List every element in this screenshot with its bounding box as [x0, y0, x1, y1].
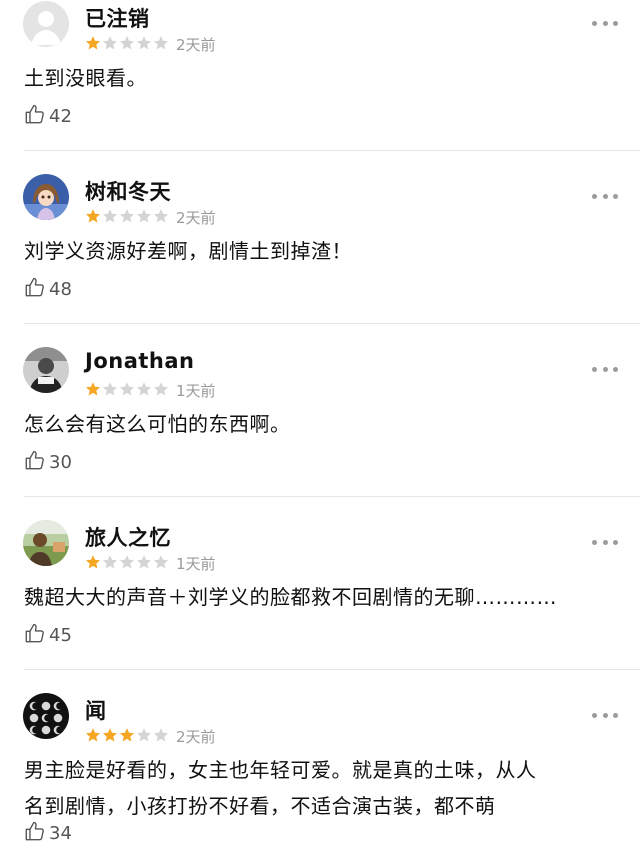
like-count: 34 — [49, 822, 72, 844]
like-count: 30 — [49, 451, 72, 473]
star-empty-icon — [119, 208, 135, 224]
more-dot — [613, 366, 618, 372]
avatar[interactable] — [23, 1, 69, 47]
review-time: 1天前 — [176, 555, 216, 573]
star-rating — [85, 208, 169, 224]
more-dot — [602, 20, 608, 26]
star-filled-icon — [85, 208, 101, 224]
star-empty-icon — [153, 381, 169, 397]
star-empty-icon — [153, 208, 169, 224]
star-rating — [85, 381, 169, 397]
review-item: Jonathan 1天前怎么会有这么可怕的东西啊。 30 — [0, 323, 640, 496]
star-empty-icon — [119, 35, 135, 51]
star-empty-icon — [136, 208, 152, 224]
star-empty-icon — [119, 554, 135, 570]
review-item: 已注销 2天前土到没眼看。 42 — [0, 0, 640, 150]
review-item: 闻 2天前男主脸是好看的，女主也年轻可爱。就是真的土味，从人 名到剧情，小孩打扮不好… — [0, 669, 640, 845]
like-button[interactable]: 34 — [24, 821, 72, 845]
more-dot — [592, 366, 597, 372]
more-dot — [602, 712, 608, 718]
star-filled-icon — [85, 35, 101, 51]
like-button[interactable]: 42 — [24, 104, 72, 128]
like-count: 42 — [49, 105, 72, 127]
more-dot — [592, 193, 597, 199]
more-options-icon[interactable] — [592, 190, 618, 202]
star-empty-icon — [102, 35, 118, 51]
star-empty-icon — [102, 208, 118, 224]
divider — [24, 150, 640, 151]
star-empty-icon — [102, 381, 118, 397]
more-dot — [592, 712, 597, 718]
thumbs-up-icon — [24, 276, 46, 302]
like-button[interactable]: 48 — [24, 277, 72, 301]
more-dot — [602, 539, 608, 545]
more-options-icon[interactable] — [592, 709, 618, 721]
review-time: 1天前 — [176, 382, 216, 400]
more-dot — [613, 539, 618, 545]
avatar[interactable] — [23, 174, 69, 220]
more-options-icon[interactable] — [592, 363, 618, 375]
more-dot — [602, 193, 608, 199]
star-rating — [85, 35, 169, 51]
review-text: 男主脸是好看的，女主也年轻可爱。就是真的土味，从人 — [24, 758, 537, 782]
more-dot — [592, 539, 597, 545]
review-text: 刘学义资源好差啊，剧情土到掉渣！ — [24, 239, 352, 263]
review-time: 2天前 — [176, 209, 216, 227]
more-dot — [613, 193, 618, 199]
more-dot — [613, 712, 618, 718]
more-options-icon[interactable] — [592, 17, 618, 29]
star-empty-icon — [136, 554, 152, 570]
more-dot — [592, 20, 597, 26]
divider — [24, 669, 640, 670]
review-time: 2天前 — [176, 36, 216, 54]
avatar[interactable] — [23, 347, 69, 393]
avatar[interactable] — [23, 693, 69, 739]
thumbs-up-icon — [24, 449, 46, 475]
username[interactable]: Jonathan — [85, 349, 194, 373]
review-text: 名到剧情，小孩打扮不好看，不适合演古装，都不萌 — [24, 794, 496, 818]
divider — [24, 496, 640, 497]
star-filled-icon — [102, 727, 118, 743]
username[interactable]: 树和冬天 — [85, 176, 171, 206]
avatar[interactable] — [23, 520, 69, 566]
star-empty-icon — [102, 554, 118, 570]
more-dot — [613, 20, 618, 26]
thumbs-up-icon — [24, 103, 46, 129]
star-empty-icon — [136, 381, 152, 397]
star-empty-icon — [136, 35, 152, 51]
review-text: 土到没眼看。 — [24, 66, 147, 90]
like-button[interactable]: 45 — [24, 623, 72, 647]
review-item: 树和冬天 2天前刘学义资源好差啊，剧情土到掉渣！ 48 — [0, 150, 640, 323]
more-options-icon[interactable] — [592, 536, 618, 548]
username[interactable]: 已注销 — [85, 3, 150, 33]
star-filled-icon — [119, 727, 135, 743]
star-rating — [85, 554, 169, 570]
star-empty-icon — [153, 35, 169, 51]
review-text: 魏超大大的声音＋刘学义的脸都救不回剧情的无聊………… — [24, 585, 557, 609]
star-filled-icon — [85, 727, 101, 743]
username[interactable]: 闻 — [85, 695, 107, 725]
thumbs-up-icon — [24, 820, 46, 846]
star-rating — [85, 727, 169, 743]
star-empty-icon — [136, 727, 152, 743]
star-empty-icon — [153, 727, 169, 743]
username[interactable]: 旅人之忆 — [85, 522, 171, 552]
thumbs-up-icon — [24, 622, 46, 648]
review-text: 怎么会有这么可怕的东西啊。 — [24, 412, 291, 436]
review-time: 2天前 — [176, 728, 216, 746]
star-empty-icon — [119, 381, 135, 397]
star-filled-icon — [85, 554, 101, 570]
like-count: 45 — [49, 624, 72, 646]
like-count: 48 — [49, 278, 72, 300]
star-empty-icon — [153, 554, 169, 570]
star-filled-icon — [85, 381, 101, 397]
divider — [24, 323, 640, 324]
review-item: 旅人之忆 1天前魏超大大的声音＋刘学义的脸都救不回剧情的无聊………… 45 — [0, 496, 640, 669]
like-button[interactable]: 30 — [24, 450, 72, 474]
more-dot — [602, 366, 608, 372]
